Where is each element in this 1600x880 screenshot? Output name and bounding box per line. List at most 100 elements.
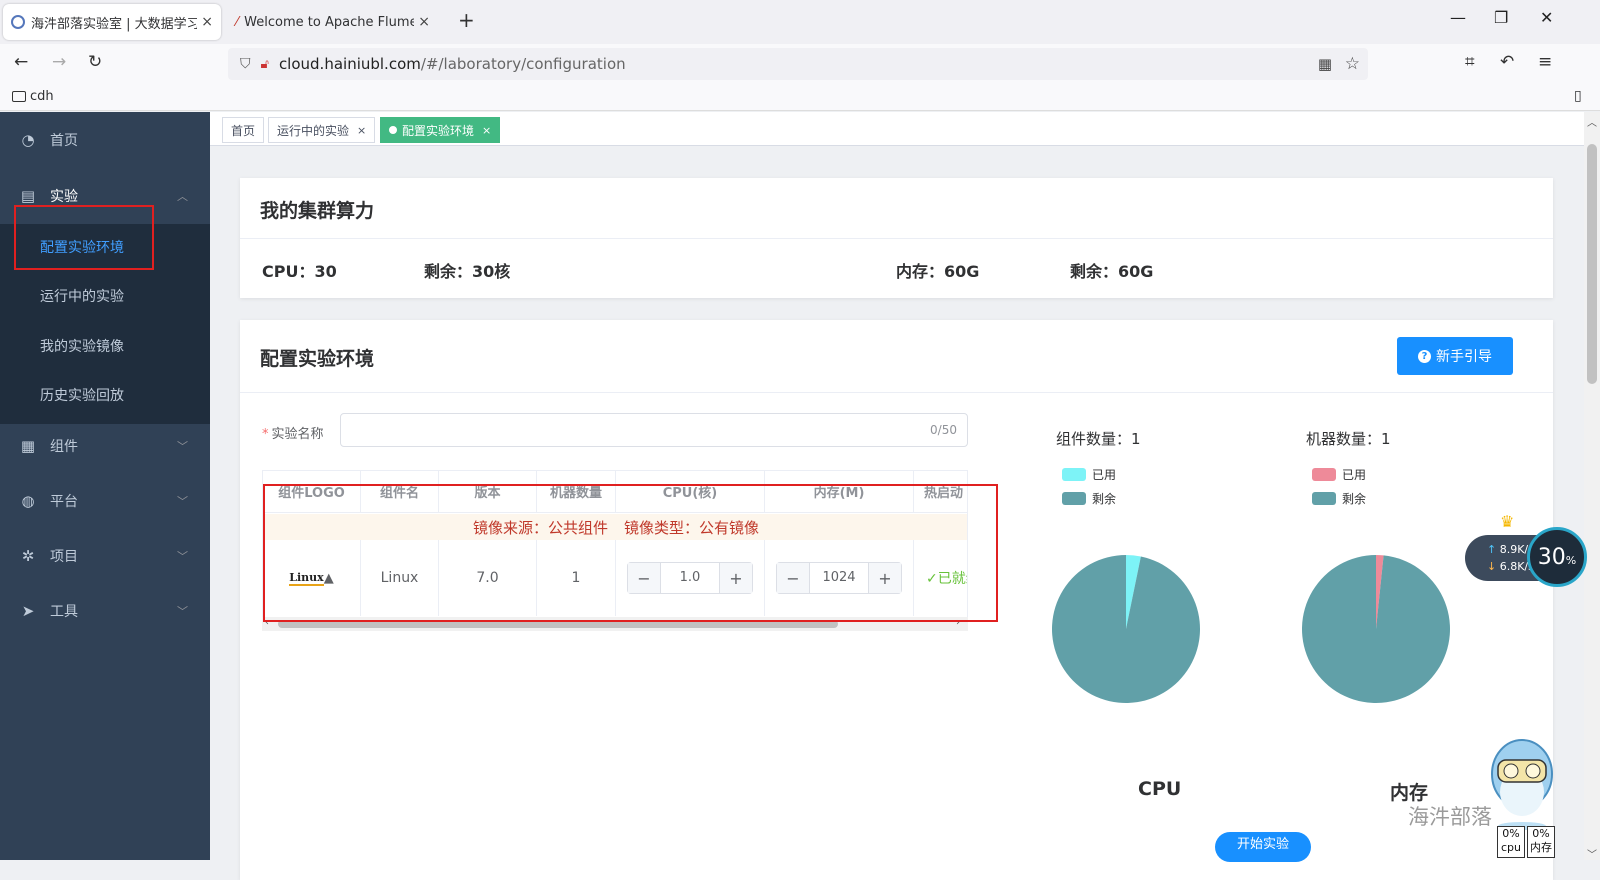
- star-icon[interactable]: ☆: [1345, 54, 1360, 74]
- download-arrow-icon: ↓: [1487, 560, 1497, 573]
- sidebar-item-label: 项目: [50, 549, 78, 565]
- chevron-up-icon: ︿: [177, 190, 188, 203]
- back-icon[interactable]: ←: [14, 52, 28, 72]
- cpu-chart-label: CPU: [1138, 778, 1182, 800]
- minimize-icon[interactable]: —: [1450, 8, 1466, 27]
- tag-label: 配置实验环境: [402, 123, 475, 138]
- sidebar-item-label: 平台: [50, 494, 78, 510]
- sidebar-item-platform[interactable]: ◍ 平台 ﹀: [0, 473, 210, 529]
- feather-favicon-icon: ⁄: [236, 14, 239, 30]
- tag-configure[interactable]: 配置实验环境 ×: [380, 117, 501, 143]
- sidebar: ◔ 首页 ▤ 实验 ︿ 配置实验环境 运行中的实验 我的实验镜像 历史实验回放 …: [0, 112, 210, 860]
- required-mark: *: [262, 427, 269, 442]
- cpu-percent-value: 30: [1537, 544, 1566, 570]
- tag-running[interactable]: 运行中的实验 ×: [268, 117, 376, 143]
- legend-swatch: [1062, 468, 1086, 481]
- tag-home[interactable]: 首页: [222, 117, 265, 143]
- scrollbar-thumb[interactable]: [1587, 144, 1597, 384]
- globe-icon: ◍: [21, 492, 35, 510]
- machines-count: 机器数量：1: [1306, 430, 1391, 448]
- tab-close-icon[interactable]: ×: [201, 14, 213, 30]
- browser-tab-active[interactable]: 海汼部落实验室 | 大数据学习云 ×: [3, 4, 221, 40]
- sidebar-item-home[interactable]: ◔ 首页: [0, 112, 210, 168]
- mini-mem-value: 0%: [1532, 827, 1550, 840]
- tag-close-icon[interactable]: ×: [482, 124, 491, 137]
- cluster-title: 我的集群算力: [260, 200, 375, 222]
- legend-swatch: [1312, 492, 1336, 505]
- experiment-name-input[interactable]: 0/50: [340, 413, 968, 447]
- submenu-item-history[interactable]: 历史实验回放: [40, 385, 124, 405]
- guide-button[interactable]: ? 新手引导: [1397, 337, 1513, 375]
- submenu-item-running[interactable]: 运行中的实验: [40, 286, 124, 306]
- reload-icon[interactable]: ↻: [88, 52, 102, 72]
- undo-icon[interactable]: ↶: [1500, 52, 1514, 72]
- sidebar-item-project[interactable]: ✲ 项目 ﹀: [0, 528, 210, 584]
- scroll-down-icon[interactable]: ﹀: [1587, 846, 1597, 861]
- crop-icon[interactable]: ⌗: [1465, 52, 1475, 72]
- submenu-item-images[interactable]: 我的实验镜像: [40, 336, 124, 356]
- sidebar-item-label: 组件: [50, 439, 78, 455]
- name-label-text: 实验名称: [271, 427, 324, 442]
- components-count: 组件数量：1: [1056, 430, 1141, 448]
- legend-swatch: [1062, 492, 1086, 505]
- document-icon: ▤: [20, 187, 36, 205]
- tag-label: 运行中的实验: [277, 123, 350, 138]
- cpu-percent-unit: %: [1565, 553, 1577, 567]
- page-vertical-scrollbar[interactable]: ︿ ﹀: [1584, 112, 1600, 861]
- tag-label: 首页: [231, 123, 256, 138]
- start-experiment-button[interactable]: 开始实验: [1215, 832, 1311, 862]
- send-icon: ➤: [21, 602, 35, 620]
- menu-icon[interactable]: ≡: [1538, 52, 1552, 72]
- browser-tab-flume[interactable]: ⁄ Welcome to Apache Flume — ×: [228, 4, 438, 40]
- close-window-icon[interactable]: ✕: [1540, 8, 1553, 27]
- address-bar[interactable]: ⛉ 🔓︎ cloud.hainiubl.com/#/laboratory/con…: [228, 48, 1368, 80]
- legend-label: 剩余: [1342, 492, 1367, 506]
- dashboard-icon: ◔: [21, 131, 35, 149]
- cpu-usage-ball[interactable]: 30%: [1527, 527, 1587, 587]
- bookmark-label: cdh: [30, 89, 54, 104]
- mini-cpu-label: cpu: [1500, 841, 1521, 854]
- grid-icon: ▦: [20, 437, 36, 455]
- name-label: * 实验名称: [262, 423, 324, 442]
- folder-icon: [12, 91, 26, 102]
- legend-mem-used: 已用: [1312, 466, 1366, 483]
- legend-label: 已用: [1092, 468, 1117, 482]
- shield-icon: ⛉: [240, 56, 251, 72]
- forward-icon[interactable]: →: [52, 52, 66, 72]
- tags-view: 首页 运行中的实验 × 配置实验环境 ×: [210, 112, 1584, 146]
- pie-slice-remaining[interactable]: [1302, 555, 1450, 703]
- lock-icon: 🔓︎: [260, 56, 269, 72]
- memory-pie-chart: [1302, 555, 1450, 703]
- bookmarks-bar: cdh ▯: [0, 84, 1600, 111]
- maximize-icon[interactable]: ❐: [1494, 8, 1508, 27]
- mobile-bookmarks-icon[interactable]: ▯: [1574, 88, 1582, 104]
- guide-button-label: 新手引导: [1436, 349, 1492, 365]
- sidebar-item-tools[interactable]: ➤ 工具 ﹀: [0, 583, 210, 639]
- highlight-box: [14, 205, 154, 270]
- scroll-up-icon[interactable]: ︿: [1587, 114, 1597, 129]
- char-counter: 0/50: [930, 423, 957, 437]
- site-favicon-icon: [11, 15, 25, 29]
- chevron-down-icon: ﹀: [177, 440, 188, 453]
- cpu-remaining: 剩余：30核: [424, 262, 511, 281]
- bookmark-folder[interactable]: cdh: [12, 89, 54, 104]
- watermark: 海汼部落: [1408, 805, 1492, 829]
- mini-mem-label: 内存: [1530, 841, 1552, 854]
- tab-close-icon[interactable]: ×: [418, 14, 430, 30]
- pie-slice-remaining[interactable]: [1052, 555, 1200, 703]
- legend-cpu-remaining: 剩余: [1062, 490, 1116, 507]
- new-tab-button[interactable]: +: [458, 8, 475, 32]
- divider: [240, 238, 1553, 239]
- cluster-card: 我的集群算力 CPU：30 剩余：30核 内存：60G 剩余：60G: [240, 178, 1553, 298]
- config-card: 配置实验环境 ? 新手引导 * 实验名称 0/50 组件LOGO 组件名 版本 机…: [240, 320, 1553, 880]
- legend-mem-remaining: 剩余: [1312, 490, 1366, 507]
- qr-code-icon[interactable]: ▦: [1318, 55, 1332, 73]
- tag-close-icon[interactable]: ×: [357, 124, 366, 137]
- sidebar-item-components[interactable]: ▦ 组件 ﹀: [0, 418, 210, 474]
- active-dot: [389, 126, 397, 134]
- chevron-down-icon: ﹀: [177, 495, 188, 508]
- memory-remaining: 剩余：60G: [1070, 262, 1154, 281]
- browser-tab-bar: 海汼部落实验室 | 大数据学习云 × ⁄ Welcome to Apache F…: [0, 0, 1600, 44]
- mascot-icon[interactable]: [1482, 734, 1562, 830]
- config-title: 配置实验环境: [260, 348, 375, 370]
